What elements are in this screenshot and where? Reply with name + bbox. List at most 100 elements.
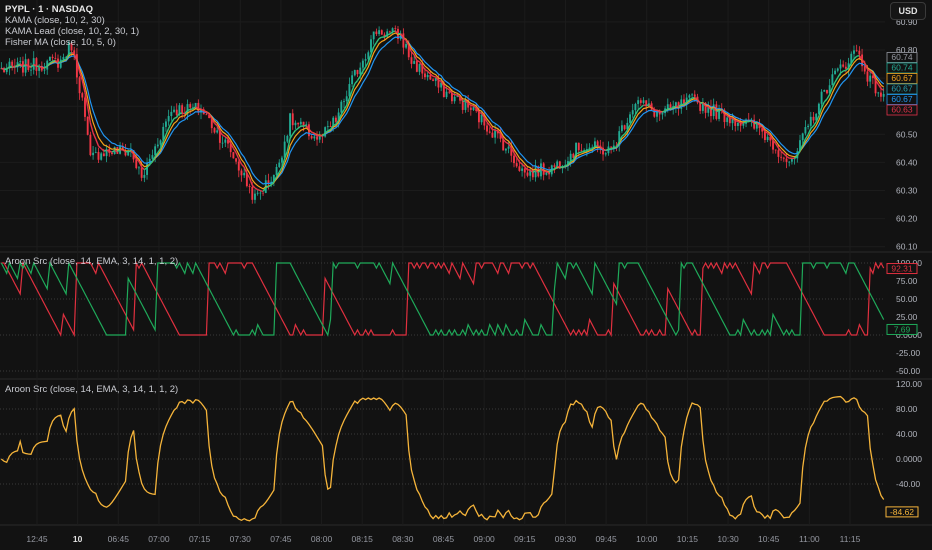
- osc-tick-label: 40.00: [896, 429, 918, 439]
- candle-body: [515, 163, 518, 167]
- candle-body: [780, 156, 783, 158]
- price-label-text-high-line: 60.74: [891, 52, 913, 62]
- candle-body: [251, 186, 254, 200]
- candle-body: [278, 162, 281, 167]
- time-tick-label: 07:15: [189, 534, 211, 544]
- candle-body: [402, 33, 405, 48]
- fisher-ma-segment: [505, 141, 509, 145]
- currency-button[interactable]: USD: [890, 2, 926, 20]
- candle-body: [491, 132, 494, 138]
- candle-body: [415, 61, 418, 72]
- candle-body: [405, 44, 408, 48]
- legend-kama-lead[interactable]: KAMA Lead (close, 10, 2, 30, 1): [5, 26, 139, 37]
- candle-body: [596, 141, 599, 146]
- fisher-ma-segment: [810, 125, 814, 130]
- candle-body: [631, 110, 634, 115]
- candle-body: [853, 50, 855, 54]
- candle-body: [275, 166, 278, 175]
- aroon-tick-label: 50.00: [896, 294, 918, 304]
- candle-body: [623, 125, 626, 130]
- candle-body: [340, 101, 343, 113]
- candle-body: [289, 113, 291, 136]
- candle-body: [812, 116, 815, 121]
- fisher-ma-segment: [446, 87, 450, 91]
- candle-body: [869, 75, 872, 82]
- candle-body: [156, 144, 159, 147]
- main-legend: PYPL · 1 · NASDAQ KAMA (close, 10, 2, 30…: [5, 4, 139, 48]
- candle-body: [863, 66, 866, 72]
- osc-last-value: -84.62: [890, 507, 914, 517]
- candle-body: [666, 104, 669, 109]
- candle-body: [691, 94, 694, 96]
- aroon-legend[interactable]: Aroon Src (close, 14, EMA, 3, 14, 1, 1, …: [5, 256, 178, 267]
- fisher-ma-segment: [63, 58, 67, 61]
- candle-body: [94, 151, 97, 153]
- aroon-tick-label: -25.00: [896, 348, 920, 358]
- candle-body: [143, 174, 146, 178]
- candle-body: [577, 142, 580, 151]
- price-label-text-last-close: 60.74: [891, 63, 913, 73]
- candle-body: [11, 61, 14, 66]
- price-tick-label: 60.30: [896, 186, 918, 196]
- fisher-ma-segment: [92, 132, 97, 140]
- candle-body: [243, 172, 246, 176]
- candle-body: [364, 59, 367, 61]
- time-tick-label: 10:30: [717, 534, 739, 544]
- fisher-ma-segment: [268, 184, 272, 188]
- candle-body: [81, 93, 84, 98]
- legend-fisher-ma[interactable]: Fisher MA (close, 10, 5, 0): [5, 37, 139, 48]
- time-tick-label: 11:00: [799, 534, 820, 544]
- candle-body: [432, 79, 435, 81]
- candle-body: [237, 161, 240, 171]
- candle-body: [375, 31, 378, 35]
- candle-body: [359, 67, 362, 75]
- candle-body: [30, 69, 32, 71]
- candle-body: [545, 172, 548, 175]
- fisher-ma-segment: [842, 69, 847, 72]
- fisher-ma-segment: [478, 111, 482, 114]
- osc-tick-label: 120.00: [896, 379, 922, 389]
- chart-canvas[interactable]: 12:45 10 06:45 07:00 07:15 07:30 07:45 08:00 08:…: [0, 0, 932, 550]
- aroon-tick-label: 25.00: [896, 312, 918, 322]
- candle-body: [159, 140, 162, 145]
- price-tick-label: 60.10: [896, 242, 918, 252]
- fisher-ma-segment: [257, 188, 261, 192]
- fisher-ma-segment: [292, 129, 297, 135]
- osc-tick-label: -40.00: [896, 479, 920, 489]
- fisher-ma-segment: [586, 148, 590, 152]
- legend-kama[interactable]: KAMA (close, 10, 2, 30): [5, 15, 139, 26]
- candle-body: [807, 125, 810, 128]
- fisher-ma-segment: [837, 72, 842, 78]
- candle-body: [361, 60, 364, 68]
- candle-body: [580, 150, 583, 152]
- candle-body: [259, 192, 262, 194]
- candle-body: [842, 64, 845, 67]
- osc-tick-label: 80.00: [896, 404, 918, 414]
- candle-body: [777, 150, 780, 157]
- candle-body: [294, 122, 297, 126]
- symbol-title[interactable]: PYPL · 1 · NASDAQ: [5, 4, 139, 15]
- candle-body: [343, 101, 345, 102]
- oscillator-legend[interactable]: Aroon Src (close, 14, EMA, 3, 14, 1, 1, …: [5, 384, 178, 395]
- fisher-ma-segment: [71, 51, 75, 54]
- price-label-text-fisher-ma: 60.63: [891, 105, 913, 115]
- time-tick-label: 09:45: [595, 534, 617, 544]
- candle-body: [480, 114, 483, 123]
- fisher-ma-segment: [98, 145, 102, 150]
- time-tick-label: 09:00: [474, 534, 496, 544]
- candle-body: [629, 114, 631, 123]
- fisher-ma-segment: [103, 149, 107, 152]
- candle-body: [429, 74, 432, 80]
- fisher-ma-segment: [389, 31, 393, 35]
- candle-body: [804, 127, 807, 134]
- fisher-ma-segment: [373, 42, 377, 48]
- fisher-ma-segment: [470, 104, 474, 107]
- candle-body: [831, 74, 834, 86]
- candle-body: [858, 50, 861, 55]
- time-tick-label: 10:15: [677, 534, 699, 544]
- candle-body: [286, 135, 289, 142]
- aroon-up-last-value: 7.69: [894, 324, 911, 334]
- fisher-ma-segment: [454, 93, 458, 96]
- fisher-ma-segment: [375, 38, 380, 43]
- candle-body: [78, 77, 81, 94]
